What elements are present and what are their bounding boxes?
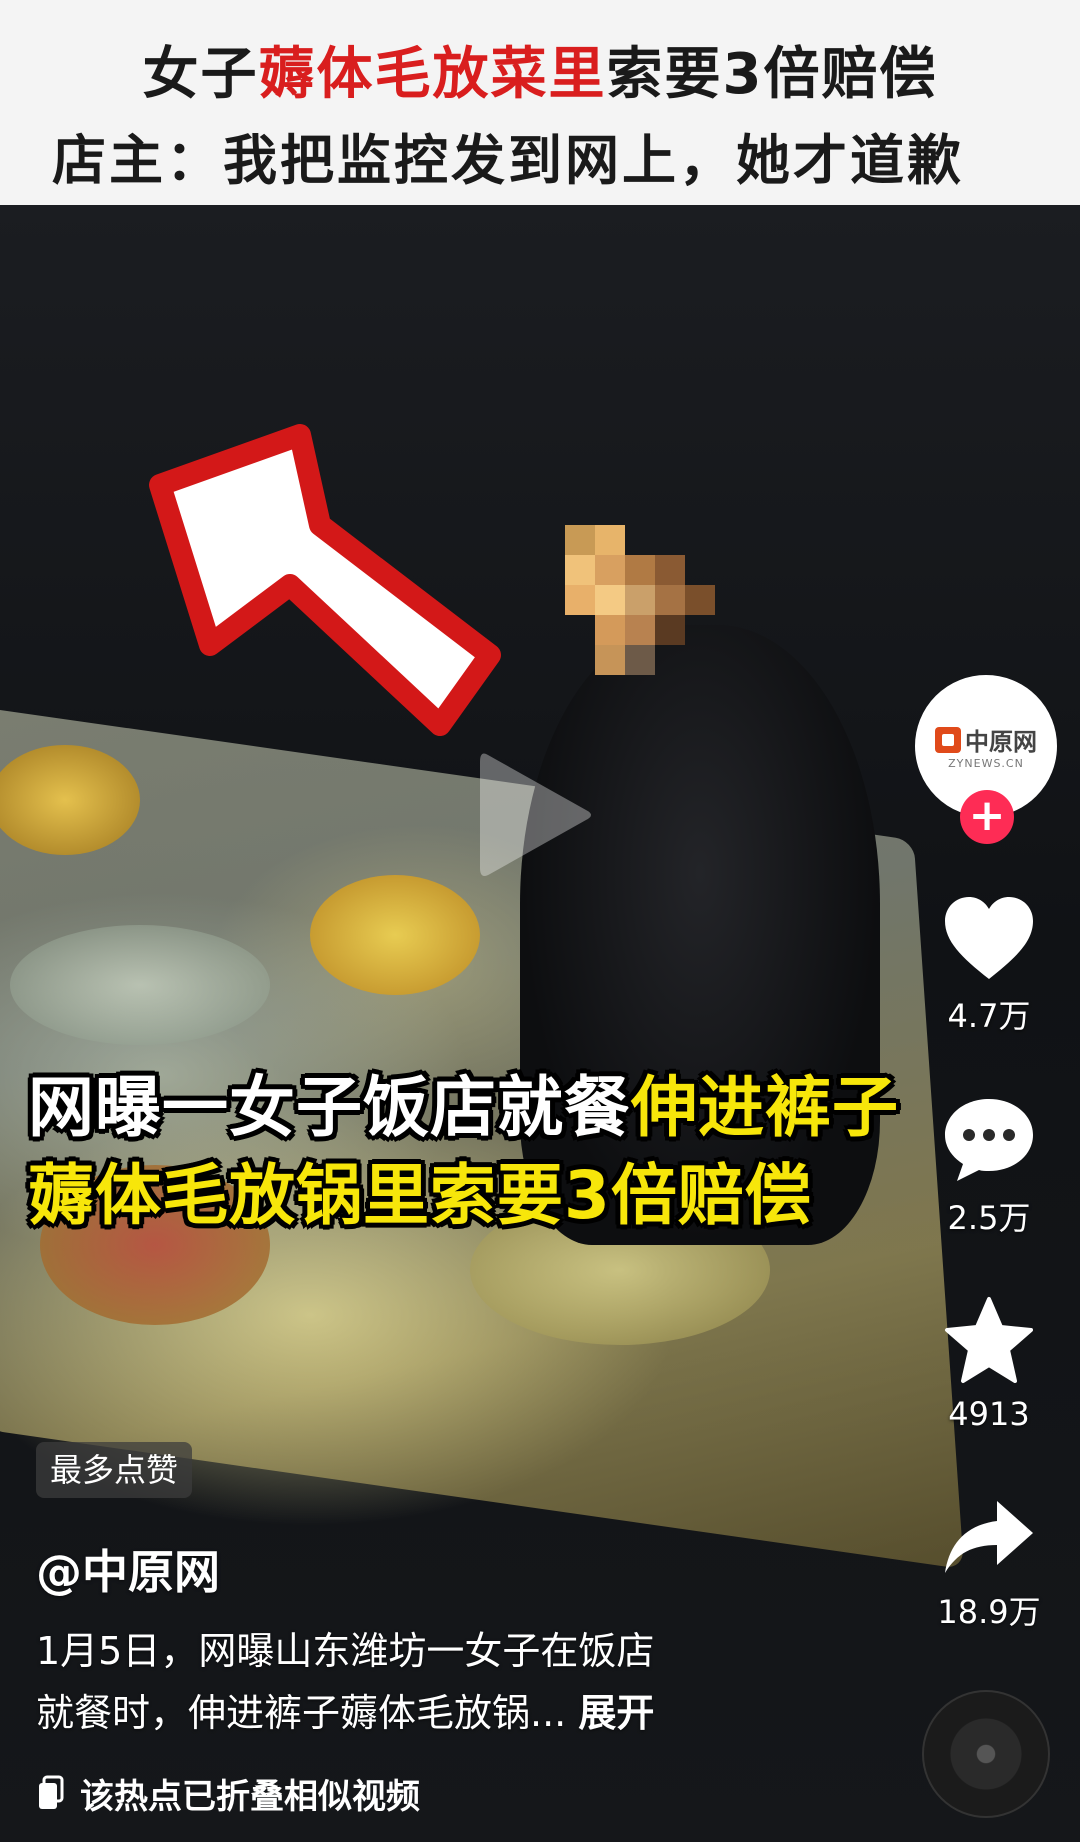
music-disc-icon[interactable] bbox=[922, 1690, 1050, 1818]
video-caption-line1: 网曝一女子饭店就餐伸进裤子 bbox=[28, 1067, 899, 1149]
fold-notice-text: 该热点已折叠相似视频 bbox=[80, 1776, 420, 1817]
video-scene-dish bbox=[310, 875, 480, 995]
caption-yellow-text: 伸进裤子 bbox=[631, 1069, 899, 1146]
like-count: 4.7万 bbox=[947, 997, 1031, 1035]
video-scene-person bbox=[520, 625, 880, 1245]
caption-white-text: 网曝一女子饭店就餐 bbox=[28, 1069, 631, 1146]
description-line: 就餐时，伸进裤子薅体毛放锅... 展开 bbox=[36, 1682, 816, 1744]
headline-highlight: 薅体毛放菜里 bbox=[258, 42, 607, 107]
play-icon[interactable] bbox=[458, 740, 608, 890]
share-count: 18.9万 bbox=[937, 1593, 1041, 1631]
headline-part: 索要3倍赔偿 bbox=[606, 42, 938, 107]
share-icon bbox=[945, 1501, 1033, 1573]
video-scene-dish bbox=[10, 925, 270, 1045]
title-band: 女子薅体毛放菜里索要3倍赔偿 店主：我把监控发到网上，她才道歉 bbox=[0, 0, 1080, 205]
heart-icon bbox=[945, 897, 1033, 979]
avatar-subtext: ZYNEWS.CN bbox=[948, 757, 1024, 770]
description-text: 就餐时，伸进裤子薅体毛放锅... bbox=[36, 1691, 567, 1735]
star-icon bbox=[945, 1297, 1033, 1383]
logo-icon bbox=[935, 726, 961, 753]
most-liked-badge: 最多点赞 bbox=[36, 1442, 193, 1498]
headline-part: 女子 bbox=[142, 42, 259, 107]
comment-icon bbox=[945, 1099, 1033, 1181]
comment-button[interactable]: 2.5万 bbox=[929, 1095, 1049, 1239]
share-button[interactable]: 18.9万 bbox=[929, 1495, 1049, 1633]
arrow-annotation-icon bbox=[149, 424, 501, 736]
headline: 女子薅体毛放菜里索要3倍赔偿 bbox=[0, 38, 1080, 112]
face-mosaic bbox=[565, 525, 715, 695]
fold-icon bbox=[39, 1775, 64, 1809]
like-button[interactable]: 4.7万 bbox=[929, 895, 1049, 1037]
author-name[interactable]: @中原网 bbox=[36, 1536, 220, 1602]
post-description: 1月5日，网曝山东潍坊一女子在饭店 就餐时，伸进裤子薅体毛放锅... 展开 bbox=[36, 1620, 816, 1744]
avatar-name: 中原网 bbox=[965, 728, 1037, 756]
video-caption-line2: 薅体毛放锅里索要3倍赔偿 bbox=[28, 1157, 812, 1234]
favorite-count: 4913 bbox=[948, 1395, 1030, 1433]
description-line: 1月5日，网曝山东潍坊一女子在饭店 bbox=[36, 1629, 655, 1673]
expand-link[interactable]: 展开 bbox=[578, 1691, 654, 1735]
folded-similar-notice[interactable]: 该热点已折叠相似视频 bbox=[36, 1768, 420, 1818]
follow-button[interactable]: + bbox=[960, 790, 1014, 844]
favorite-button[interactable]: 4913 bbox=[929, 1295, 1049, 1433]
subheadline: 店主：我把监控发到网上，她才道歉 bbox=[52, 129, 964, 192]
comment-count: 2.5万 bbox=[947, 1199, 1031, 1237]
